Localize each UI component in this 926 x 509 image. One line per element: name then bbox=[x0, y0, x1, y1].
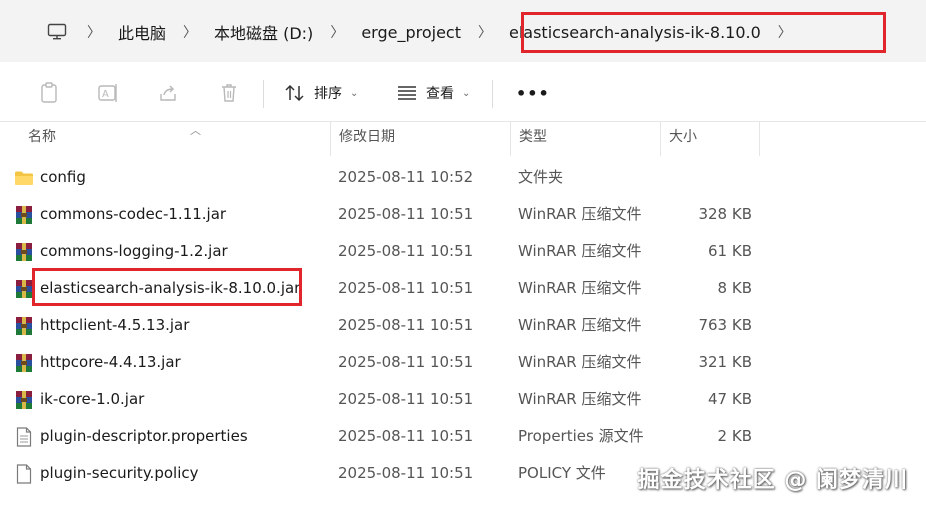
file-type: WinRAR 压缩文件 bbox=[518, 205, 642, 223]
rename-icon: A bbox=[96, 80, 122, 106]
column-headers: 名称 ︿ 修改日期 类型 大小 bbox=[0, 122, 926, 156]
winrar-icon bbox=[14, 205, 34, 225]
column-type-label: 类型 bbox=[519, 129, 547, 145]
sort-button[interactable]: 排序 ⌄ bbox=[282, 78, 358, 108]
view-label: 查看 bbox=[426, 86, 454, 102]
share-icon bbox=[156, 80, 182, 106]
chevron-right-icon[interactable]: 〉 bbox=[765, 22, 805, 42]
sort-icon bbox=[282, 80, 308, 106]
this-pc-icon[interactable] bbox=[40, 12, 74, 52]
file-name: httpclient-4.5.13.jar bbox=[40, 316, 190, 334]
view-list-icon bbox=[394, 80, 420, 106]
file-type: WinRAR 压缩文件 bbox=[518, 353, 642, 371]
file-size: 47 KB bbox=[708, 390, 752, 408]
file-size: 328 KB bbox=[698, 205, 752, 223]
winrar-icon bbox=[14, 390, 34, 410]
more-icon: ••• bbox=[516, 83, 550, 103]
file-size: 2 KB bbox=[717, 427, 752, 445]
winrar-icon bbox=[14, 279, 34, 299]
file-type: Properties 源文件 bbox=[518, 427, 644, 445]
address-bar: 〉此电脑 〉本地磁盘 (D:) 〉 erge_project 〉 elasticse… bbox=[0, 0, 926, 62]
command-bar: A 排序 ⌄ 查看 ⌄ ••• bbox=[0, 62, 926, 122]
winrar-icon bbox=[14, 353, 34, 373]
file-type: WinRAR 压缩文件 bbox=[518, 242, 642, 260]
winrar-icon bbox=[14, 242, 34, 262]
file-row[interactable]: elasticsearch-analysis-ik-8.10.0.jar 202… bbox=[0, 270, 926, 307]
document-icon bbox=[14, 463, 34, 484]
file-type: WinRAR 压缩文件 bbox=[518, 390, 642, 408]
file-type: 文件夹 bbox=[518, 168, 564, 186]
folder-icon bbox=[14, 168, 34, 188]
file-type: WinRAR 压缩文件 bbox=[518, 316, 642, 334]
file-name: httpcore-4.4.13.jar bbox=[40, 353, 181, 371]
column-header-size[interactable]: 大小 bbox=[660, 122, 760, 156]
file-row[interactable]: httpclient-4.5.13.jar 2025-08-11 10:51 W… bbox=[0, 307, 926, 344]
column-name-label: 名称 bbox=[28, 129, 56, 145]
chevron-down-icon: ⌄ bbox=[462, 87, 471, 99]
column-size-label: 大小 bbox=[669, 129, 697, 145]
winrar-icon bbox=[14, 316, 34, 336]
file-date: 2025-08-11 10:51 bbox=[338, 427, 474, 445]
file-date: 2025-08-11 10:51 bbox=[338, 353, 474, 371]
view-button[interactable]: 查看 ⌄ bbox=[394, 78, 470, 108]
breadcrumb: 〉此电脑 〉本地磁盘 (D:) 〉 erge_project 〉 elasticse… bbox=[40, 12, 805, 52]
file-size: 61 KB bbox=[708, 242, 752, 260]
file-date: 2025-08-11 10:51 bbox=[338, 316, 474, 334]
sort-up-icon: ︿ bbox=[190, 124, 201, 137]
file-name: commons-codec-1.11.jar bbox=[40, 205, 227, 223]
file-date: 2025-08-11 10:51 bbox=[338, 464, 474, 482]
file-date: 2025-08-11 10:51 bbox=[338, 390, 474, 408]
clipboard-icon bbox=[36, 80, 62, 106]
toolbar-divider bbox=[492, 80, 493, 108]
svg-text:A: A bbox=[102, 89, 109, 100]
file-row[interactable]: config 2025-08-11 10:52 文件夹 bbox=[0, 159, 926, 196]
file-name: plugin-security.policy bbox=[40, 464, 199, 482]
file-name: config bbox=[40, 168, 86, 186]
file-date: 2025-08-11 10:51 bbox=[338, 279, 474, 297]
chevron-right-icon[interactable]: 〉 bbox=[170, 22, 210, 42]
file-name: commons-logging-1.2.jar bbox=[40, 242, 228, 260]
column-header-type[interactable]: 类型 bbox=[510, 122, 660, 156]
chevron-right-icon[interactable]: 〉 bbox=[74, 22, 114, 42]
trash-icon bbox=[216, 80, 242, 106]
file-date: 2025-08-11 10:51 bbox=[338, 242, 474, 260]
file-name: elasticsearch-analysis-ik-8.10.0.jar bbox=[40, 279, 301, 297]
file-row[interactable]: plugin-descriptor.properties 2025-08-11 … bbox=[0, 418, 926, 455]
toolbar-divider bbox=[263, 80, 264, 108]
file-type: POLICY 文件 bbox=[518, 464, 606, 482]
column-header-date[interactable]: 修改日期 bbox=[330, 122, 510, 156]
breadcrumb-item[interactable]: erge_project bbox=[357, 23, 465, 42]
column-date-label: 修改日期 bbox=[339, 129, 395, 145]
chevron-right-icon[interactable]: 〉 bbox=[465, 22, 505, 42]
file-row[interactable]: commons-logging-1.2.jar 2025-08-11 10:51… bbox=[0, 233, 926, 270]
rename-button[interactable]: A bbox=[96, 78, 122, 108]
paste-button[interactable] bbox=[36, 78, 62, 108]
breadcrumb-item-current[interactable]: elasticsearch-analysis-ik-8.10.0 bbox=[505, 23, 765, 42]
breadcrumb-item[interactable]: 此电脑 bbox=[114, 20, 170, 44]
watermark: 掘金技术社区 @ 阑梦清川 bbox=[637, 468, 908, 493]
sort-label: 排序 bbox=[314, 86, 342, 102]
file-row[interactable]: httpcore-4.4.13.jar 2025-08-11 10:51 Win… bbox=[0, 344, 926, 381]
more-options-button[interactable]: ••• bbox=[510, 78, 550, 108]
file-date: 2025-08-11 10:52 bbox=[338, 168, 474, 186]
chevron-down-icon: ⌄ bbox=[350, 87, 359, 99]
file-list: config 2025-08-11 10:52 文件夹 commons-code… bbox=[0, 159, 926, 492]
file-row[interactable]: commons-codec-1.11.jar 2025-08-11 10:51 … bbox=[0, 196, 926, 233]
share-button[interactable] bbox=[156, 78, 182, 108]
chevron-right-icon[interactable]: 〉 bbox=[317, 22, 357, 42]
file-date: 2025-08-11 10:51 bbox=[338, 205, 474, 223]
file-size bbox=[662, 159, 752, 196]
column-header-name[interactable]: 名称 ︿ bbox=[20, 122, 330, 156]
file-size: 321 KB bbox=[698, 353, 752, 371]
file-row[interactable]: ik-core-1.0.jar 2025-08-11 10:51 WinRAR … bbox=[0, 381, 926, 418]
document-icon bbox=[14, 426, 34, 447]
file-size: 763 KB bbox=[698, 316, 752, 334]
delete-button[interactable] bbox=[216, 78, 242, 108]
breadcrumb-item[interactable]: 本地磁盘 (D:) bbox=[210, 20, 317, 44]
file-name: ik-core-1.0.jar bbox=[40, 390, 145, 408]
file-name: plugin-descriptor.properties bbox=[40, 427, 248, 445]
file-type: WinRAR 压缩文件 bbox=[518, 279, 642, 297]
file-size: 8 KB bbox=[717, 279, 752, 297]
